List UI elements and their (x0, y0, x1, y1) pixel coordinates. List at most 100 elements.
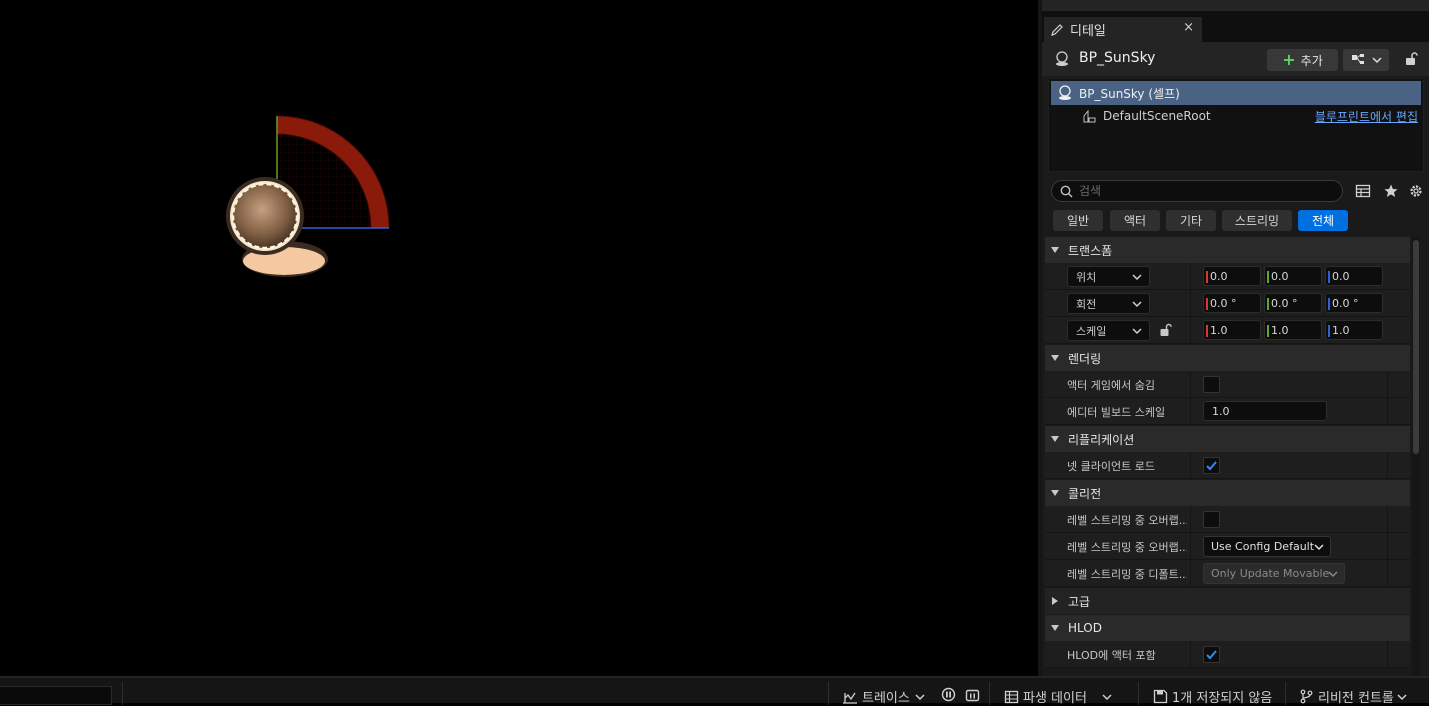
rotation-z-field[interactable]: 0.0 ° (1325, 293, 1383, 313)
panel-top-strip (1042, 0, 1429, 12)
filter-actor[interactable]: 액터 (1110, 210, 1160, 231)
prop-hide-in-game: 액터 게임에서 숨김 (1045, 371, 1410, 398)
collision-overlap-checkbox[interactable] (1203, 511, 1220, 528)
location-mode-combo[interactable]: 위치 (1067, 266, 1150, 287)
category-replication[interactable]: 리플리케이션 (1045, 426, 1410, 452)
properties-scrollbar[interactable] (1413, 240, 1419, 454)
unlock-icon[interactable] (1159, 323, 1173, 337)
derived-data-label: 파생 데이터 (1023, 691, 1087, 706)
column-separator (1190, 533, 1191, 560)
scene-component-icon (1083, 109, 1096, 123)
search-input[interactable] (1079, 184, 1329, 198)
hide-in-game-checkbox[interactable] (1203, 376, 1220, 393)
filter-misc[interactable]: 기타 (1166, 210, 1216, 231)
edit-in-blueprint-link[interactable]: 블루프린트에서 편집 (1315, 108, 1418, 125)
add-button-label: 추가 (1300, 53, 1323, 68)
derived-data-menu[interactable]: 파생 데이터 (1004, 687, 1117, 706)
category-transform[interactable]: 트랜스폼 (1045, 237, 1410, 263)
viewport-scene (226, 115, 390, 277)
column-separator (1190, 398, 1191, 425)
prop-hlod-include: HLOD에 액터 포함 (1045, 641, 1410, 668)
checkmark-icon (1206, 650, 1217, 660)
default-update-value: Only Update Movable (1211, 567, 1330, 580)
trace-menu[interactable]: 트레이스 (842, 687, 930, 706)
scale-z-field[interactable]: 1.0 (1325, 320, 1383, 340)
scale-mode-combo[interactable]: 스케일 (1067, 320, 1150, 341)
add-component-button[interactable]: + 추가 (1267, 49, 1338, 71)
chevron-down-icon (1132, 328, 1142, 335)
chevron-down-icon (1132, 301, 1142, 308)
record-icon (941, 687, 956, 702)
category-hlod[interactable]: HLOD (1045, 615, 1410, 641)
filter-general[interactable]: 일반 (1053, 210, 1103, 231)
chevron-down-icon (1328, 571, 1338, 578)
property-list: 트랜스폼 위치 0.0 0.0 0.0 회전 0.0 ° 0.0 ° 0.0 °… (1045, 237, 1410, 676)
details-tabbar: 디테일 × (1042, 12, 1429, 42)
prop-collision-default: 레벨 스트리밍 중 디폴트... Only Update Movable (1045, 560, 1410, 587)
revision-control-menu[interactable]: 리비전 컨트롤 (1299, 687, 1412, 706)
location-x-field[interactable]: 0.0 (1203, 266, 1261, 286)
hierarchy-dropdown-icon (1352, 54, 1382, 64)
trace-snapshot-button[interactable] (965, 687, 984, 702)
column-separator (1190, 317, 1191, 344)
record-trace-button[interactable] (941, 687, 960, 702)
category-collision[interactable]: 콜리전 (1045, 480, 1410, 506)
tree-item-default-scene-root[interactable]: DefaultSceneRoot 블루프린트에서 편집 (1051, 105, 1421, 127)
category-label: 트랜스폼 (1068, 243, 1113, 258)
column-separator (1190, 290, 1191, 317)
hlod-include-checkbox[interactable] (1203, 646, 1220, 663)
expand-arrow-icon (1051, 247, 1059, 253)
close-tab-icon[interactable]: × (1183, 20, 1194, 35)
hide-in-game-label: 액터 게임에서 숨김 (1067, 379, 1155, 392)
derived-data-icon (1004, 690, 1019, 703)
branch-icon (1300, 689, 1313, 704)
chevron-down-icon (1397, 693, 1407, 700)
scale-x-field[interactable]: 1.0 (1203, 320, 1261, 340)
details-tab-label: 디테일 (1070, 24, 1106, 39)
location-y-field[interactable]: 0.0 (1264, 266, 1322, 286)
blueprint-options-button[interactable] (1343, 49, 1389, 71)
revision-label: 리비전 컨트롤 (1318, 691, 1394, 706)
table-view-icon[interactable] (1355, 183, 1371, 199)
plus-icon: + (1282, 50, 1296, 69)
actor-header: BP_SunSky + 추가 (1042, 42, 1429, 76)
details-tab[interactable]: 디테일 × (1044, 17, 1202, 42)
expand-arrow-icon (1051, 490, 1059, 496)
billboard-scale-field[interactable]: 1.0 (1203, 401, 1327, 421)
prop-collision-overlap-2: 레벨 스트리밍 중 오버랩... Use Config Default (1045, 533, 1410, 560)
rotation-y-field[interactable]: 0.0 ° (1264, 293, 1322, 313)
scale-y-field[interactable]: 1.0 (1264, 320, 1322, 340)
gear-icon[interactable] (1408, 183, 1424, 199)
column-separator (1190, 263, 1191, 290)
category-advanced[interactable]: 고급 (1045, 588, 1410, 614)
rotation-mode-combo[interactable]: 회전 (1067, 293, 1150, 314)
category-label: 콜리전 (1068, 486, 1102, 501)
column-separator (1387, 371, 1388, 398)
chevron-down-icon (915, 693, 925, 700)
sun-sky-actor-icon (1059, 85, 1071, 100)
tree-item-root[interactable]: BP_SunSky (셀프) (1051, 81, 1421, 105)
rotation-x-field[interactable]: 0.0 ° (1203, 293, 1261, 313)
collapse-arrow-icon (1052, 597, 1058, 605)
search-row (1042, 178, 1429, 204)
search-box[interactable] (1051, 180, 1343, 202)
column-separator (1387, 641, 1388, 668)
overlap-method-dropdown[interactable]: Use Config Default (1203, 536, 1331, 557)
filter-all[interactable]: 전체 (1298, 210, 1348, 231)
column-separator (1190, 560, 1191, 587)
level-viewport[interactable] (0, 0, 1038, 676)
star-icon[interactable] (1383, 183, 1399, 199)
status-separator (828, 682, 829, 705)
location-z-field[interactable]: 0.0 (1325, 266, 1383, 286)
tree-child-label: DefaultSceneRoot (1103, 109, 1211, 123)
unsaved-assets-button[interactable]: 1개 저장되지 않음 (1153, 687, 1272, 706)
search-icon (1060, 185, 1073, 198)
billboard-scale-label: 에디터 빌보드 스케일 (1067, 406, 1166, 419)
net-load-checkbox[interactable] (1203, 457, 1220, 474)
collision-row3-label: 레벨 스트리밍 중 디폴트... (1067, 568, 1187, 581)
unsaved-label: 1개 저장되지 않음 (1172, 691, 1273, 706)
console-input[interactable] (0, 686, 112, 705)
filter-streaming[interactable]: 스트리밍 (1222, 210, 1292, 231)
lock-icon[interactable] (1402, 51, 1418, 67)
category-rendering[interactable]: 렌더링 (1045, 345, 1410, 371)
